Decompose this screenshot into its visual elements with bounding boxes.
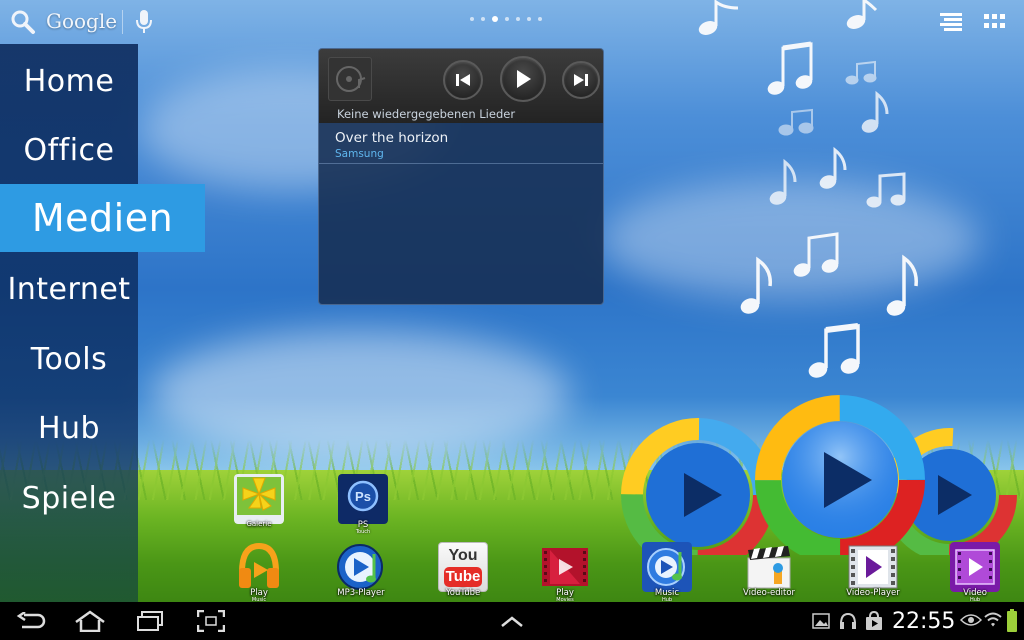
previous-icon xyxy=(456,74,470,86)
sidebar-item-home[interactable]: Home xyxy=(0,47,138,115)
app-play-music[interactable]: Play Music xyxy=(232,542,286,603)
sidebar-item-medien[interactable]: Medien xyxy=(0,184,205,252)
previous-button[interactable] xyxy=(443,60,483,100)
eye-icon xyxy=(960,614,982,626)
chevron-up-icon[interactable] xyxy=(500,616,524,628)
app-label: Video-editor xyxy=(742,588,796,598)
app-play-movies[interactable]: Play Movies xyxy=(538,542,592,603)
gallery-notification-icon xyxy=(812,613,830,629)
app-video-editor[interactable]: Video-editor xyxy=(742,542,796,602)
media-player-logo-decoration xyxy=(621,395,1017,555)
play-music-icon xyxy=(239,542,279,588)
page-dot-active xyxy=(492,16,498,22)
song-list-item[interactable]: Over the horizon Samsung xyxy=(319,125,603,164)
app-youtube[interactable]: You Tube YouTube xyxy=(436,542,490,602)
app-sublabel: Touch xyxy=(355,529,371,535)
video-editor-icon xyxy=(747,546,791,589)
app-galerie[interactable]: Galerie xyxy=(232,474,286,534)
music-player-widget: Keine wiedergegebenen Lieder Over the ho… xyxy=(318,48,604,305)
next-button[interactable] xyxy=(562,61,600,99)
category-sidebar: Home Office Medien Internet Tools Hub Sp… xyxy=(0,44,205,602)
page-dot xyxy=(516,17,520,21)
page-dot xyxy=(538,17,542,21)
sidebar-item-internet[interactable]: Internet xyxy=(0,255,138,323)
screenshot-icon[interactable] xyxy=(197,610,225,632)
widget-header: Keine wiedergegebenen Lieder xyxy=(319,49,603,123)
mp3-player-icon xyxy=(337,544,383,590)
youtube-icon-text-bottom: Tube xyxy=(444,567,482,587)
wifi-icon xyxy=(984,612,1002,627)
top-bar: Google xyxy=(0,0,1024,44)
apps-grid-icon[interactable] xyxy=(984,12,1006,32)
svg-text:Ps: Ps xyxy=(355,489,371,504)
play-button[interactable] xyxy=(500,56,546,102)
app-label: YouTube xyxy=(445,588,481,598)
album-placeholder-icon xyxy=(336,66,366,92)
music-notes-decoration xyxy=(698,0,918,378)
sidebar-item-tools[interactable]: Tools xyxy=(0,325,138,393)
page-dot xyxy=(481,17,485,21)
song-artist: Samsung xyxy=(335,148,384,160)
navigation-bar: 22:55 xyxy=(0,602,1024,640)
play-store-notification-icon xyxy=(866,611,882,630)
sidebar-item-office[interactable]: Office xyxy=(0,116,138,184)
headphones-icon xyxy=(840,612,856,629)
app-ps-touch[interactable]: Ps PS Touch xyxy=(336,474,390,535)
song-title: Over the horizon xyxy=(335,130,449,146)
app-label: MP3-Player xyxy=(337,588,385,598)
youtube-icon-text-top: You xyxy=(448,547,478,564)
microphone-icon[interactable] xyxy=(134,9,154,35)
back-icon[interactable] xyxy=(16,612,46,630)
next-icon xyxy=(574,74,588,86)
gallery-icon xyxy=(234,474,284,524)
recent-apps-icon[interactable] xyxy=(136,611,164,631)
app-label: Galerie xyxy=(246,520,272,528)
ps-touch-icon: Ps xyxy=(338,474,388,524)
search-icon[interactable] xyxy=(10,9,36,35)
page-dot xyxy=(527,17,531,21)
app-video-hub[interactable]: Video Hub xyxy=(948,542,1002,603)
home-icon[interactable] xyxy=(74,610,106,632)
app-mp3-player[interactable]: MP3-Player xyxy=(334,542,388,602)
battery-icon xyxy=(1007,609,1017,632)
app-music-hub[interactable]: Music Hub xyxy=(640,542,694,603)
app-label: Video-Player xyxy=(846,588,900,598)
google-search-label[interactable]: Google xyxy=(46,9,117,33)
top-divider xyxy=(122,10,123,34)
page-indicator xyxy=(470,16,542,22)
play-icon xyxy=(517,70,531,88)
app-video-player[interactable]: Video-Player xyxy=(846,542,900,602)
youtube-icon: You Tube xyxy=(438,542,488,592)
play-movies-icon xyxy=(542,548,588,586)
music-hub-icon xyxy=(642,542,692,592)
page-dot xyxy=(505,17,509,21)
clock: 22:55 xyxy=(892,609,956,634)
video-hub-icon xyxy=(950,542,1000,592)
page-dot xyxy=(470,17,474,21)
album-art[interactable] xyxy=(328,57,372,101)
list-view-icon[interactable] xyxy=(940,12,962,32)
sidebar-item-spiele[interactable]: Spiele xyxy=(0,464,138,532)
playback-status-text: Keine wiedergegebenen Lieder xyxy=(337,107,516,121)
sidebar-item-hub[interactable]: Hub xyxy=(0,394,138,462)
video-player-icon xyxy=(848,545,898,589)
